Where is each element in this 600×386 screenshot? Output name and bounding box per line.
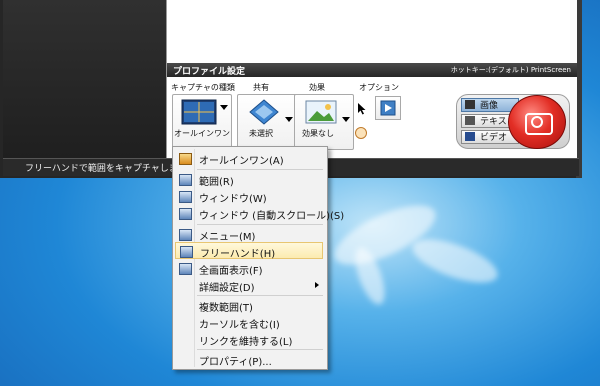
camera-icon bbox=[465, 100, 475, 109]
preview-area bbox=[166, 0, 577, 63]
left-dark-panel bbox=[3, 0, 166, 158]
chevron-down-icon bbox=[285, 117, 293, 122]
lens-icon bbox=[531, 116, 543, 128]
profile-title: プロファイル設定 bbox=[173, 67, 246, 77]
timer-icon[interactable] bbox=[355, 127, 367, 139]
option-button[interactable] bbox=[375, 96, 401, 120]
hotkey-label: ホットキー:(デフォルト) PrintScreen bbox=[450, 66, 571, 74]
capture-type-menu: オールインワン(A) 範囲(R) ウィンドウ(W) ウィンドウ (自動スクロール… bbox=[172, 146, 344, 370]
submenu-arrow-icon bbox=[315, 282, 319, 288]
effects-label: 効果 bbox=[309, 83, 325, 92]
share-label: 共有 bbox=[253, 83, 269, 92]
share-icon bbox=[249, 99, 279, 125]
menu-item-label: プロパティ(P)... bbox=[199, 357, 272, 368]
menu-item-label: 全画面表示(F) bbox=[199, 266, 263, 277]
menu-item-label: 複数範囲(T) bbox=[199, 303, 253, 314]
menu-item-label: 範囲(R) bbox=[199, 177, 234, 188]
profile-header: プロファイル設定 ホットキー:(デフォルト) PrintScreen bbox=[167, 63, 577, 77]
capture-type-button[interactable]: オールインワン bbox=[172, 94, 232, 150]
mode-video-label: ビデオ bbox=[480, 133, 508, 143]
menu-separator bbox=[197, 349, 323, 350]
menu-item-window[interactable]: ウィンドウ(W) bbox=[175, 188, 323, 205]
capture-type-label: キャプチャの種類 bbox=[171, 83, 235, 92]
menu-item-label: オールインワン(A) bbox=[199, 156, 284, 167]
menu-item-scrolling-window[interactable]: ウィンドウ (自動スクロール)(S) bbox=[175, 205, 344, 222]
menu-item-keep-links[interactable]: リンクを維持する(L) bbox=[175, 331, 323, 348]
effects-button[interactable]: 効果なし bbox=[294, 94, 354, 150]
menu-item-include-cursor[interactable]: カーソルを含む(I) bbox=[175, 314, 323, 331]
text-icon bbox=[465, 116, 475, 125]
all-in-one-icon bbox=[179, 153, 192, 165]
scrolling-window-icon bbox=[179, 208, 192, 220]
status-text: フリーハンドで範囲をキャプチャします bbox=[25, 164, 187, 174]
menu-item-label: カーソルを含む(I) bbox=[199, 320, 280, 331]
menu-item-multiple-regions[interactable]: 複数範囲(T) bbox=[175, 297, 323, 314]
menu-icon bbox=[179, 229, 192, 241]
chevron-down-icon bbox=[342, 117, 350, 122]
menu-separator bbox=[197, 224, 323, 225]
menu-item-freehand[interactable]: フリーハンド(H) bbox=[175, 242, 323, 260]
mode-image-label: 画像 bbox=[480, 101, 499, 111]
menu-item-fullscreen[interactable]: 全画面表示(F) bbox=[175, 260, 323, 277]
menu-item-label: リンクを維持する(L) bbox=[199, 337, 293, 348]
menu-separator bbox=[197, 169, 323, 170]
menu-item-label: フリーハンド(H) bbox=[200, 249, 276, 260]
options-label: オプション bbox=[359, 83, 399, 92]
menu-item-label: 詳細設定(D) bbox=[199, 283, 255, 294]
share-value: 未選択 bbox=[249, 129, 273, 138]
all-in-one-icon bbox=[181, 99, 217, 125]
freehand-icon bbox=[180, 246, 193, 258]
menu-item-region[interactable]: 範囲(R) bbox=[175, 171, 323, 188]
chevron-down-icon bbox=[220, 105, 228, 110]
menu-item-all-in-one[interactable]: オールインワン(A) bbox=[175, 150, 323, 167]
cursor-icon[interactable] bbox=[357, 103, 367, 115]
magnifier-icon bbox=[380, 100, 396, 116]
menu-item-properties[interactable]: プロパティ(P)... bbox=[175, 351, 323, 368]
menu-item-advanced[interactable]: 詳細設定(D) bbox=[175, 277, 323, 294]
effects-value: 効果なし bbox=[302, 129, 334, 138]
video-icon bbox=[465, 132, 475, 141]
fullscreen-icon bbox=[179, 263, 192, 275]
menu-item-label: ウィンドウ (自動スクロール)(S) bbox=[199, 211, 345, 222]
capture-type-value: オールインワン bbox=[174, 129, 230, 138]
region-icon bbox=[179, 174, 192, 186]
menu-item-menu[interactable]: メニュー(M) bbox=[175, 226, 323, 243]
capture-button[interactable] bbox=[508, 95, 566, 149]
effects-picture-icon bbox=[305, 100, 337, 124]
window-icon bbox=[179, 191, 192, 203]
share-button[interactable]: 未選択 bbox=[237, 94, 297, 150]
menu-item-label: ウィンドウ(W) bbox=[199, 194, 267, 205]
menu-item-label: メニュー(M) bbox=[199, 232, 256, 243]
menu-separator bbox=[197, 295, 323, 296]
